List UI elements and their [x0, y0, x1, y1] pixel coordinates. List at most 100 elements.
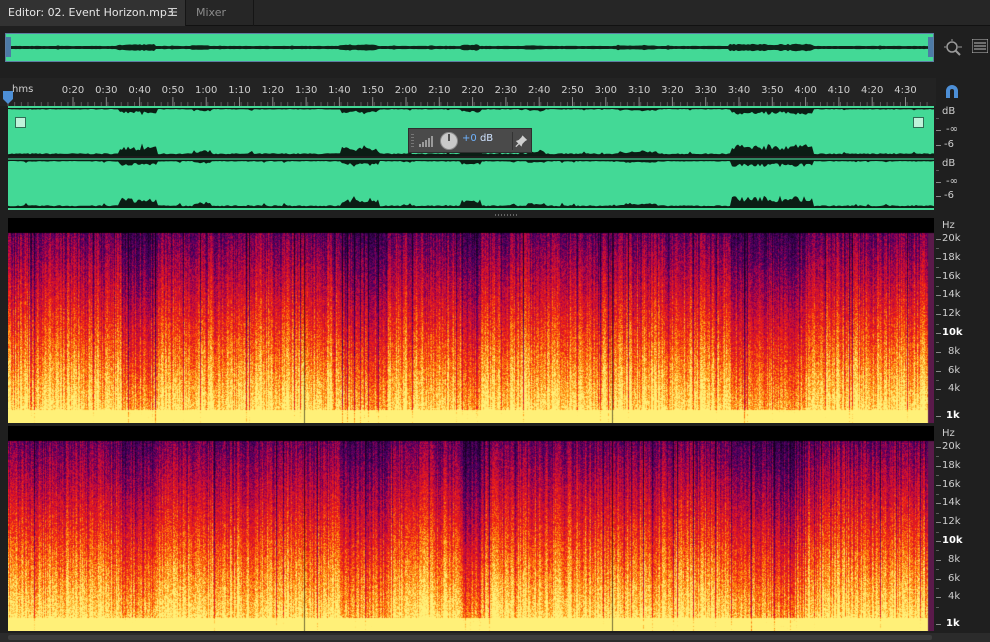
fade-in-handle[interactable]	[15, 117, 26, 128]
frequency-tick	[936, 257, 941, 259]
tab-editor[interactable]: Editor: 02. Event Horizon.mp3 ☰	[0, 0, 186, 26]
frequency-label: 1k	[946, 618, 960, 629]
ruler-tick-label: 0:50	[162, 85, 184, 96]
amplitude-unit: dB	[942, 106, 956, 117]
frequency-minor-tick	[936, 456, 939, 458]
frequency-scale-left[interactable]: Hz 20k 18k 16k 14k 12k 10k 8k 6k 4k 1k	[936, 218, 990, 424]
frequency-label: 12k	[942, 516, 961, 528]
frequency-tick	[936, 447, 941, 448]
frequency-label: 16k	[942, 270, 961, 282]
ruler-tick-label: 1:20	[262, 85, 284, 96]
amplitude-label: -6	[944, 190, 954, 201]
playhead-icon[interactable]	[2, 91, 14, 105]
waveform-display[interactable]	[8, 106, 934, 210]
amplitude-scale-right[interactable]: dB -∞ -6	[936, 158, 990, 210]
frequency-tick	[936, 559, 941, 561]
ruler-tick-label: 4:10	[828, 85, 850, 96]
panel-menu-icon[interactable]: ☰	[168, 0, 178, 25]
ruler-tick-label: 0:30	[95, 85, 117, 96]
frequency-label: 10k	[942, 535, 963, 546]
frequency-minor-tick	[936, 380, 939, 381]
frequency-tick	[936, 314, 941, 316]
amplitude-scale-left[interactable]: dB -∞ -6	[936, 106, 990, 158]
overview-waveform[interactable]	[6, 34, 933, 61]
panel-list-icon[interactable]	[972, 39, 988, 53]
frequency-minor-tick	[936, 494, 939, 495]
snap-magnet-icon[interactable]	[944, 85, 960, 99]
overview-left-handle[interactable]	[6, 37, 11, 57]
ruler-tick-label: 4:30	[894, 85, 916, 96]
frequency-label: 14k	[942, 497, 961, 509]
tab-mixer[interactable]: Mixer	[188, 0, 254, 26]
ruler-tick-label: 3:40	[728, 85, 750, 96]
frequency-tick	[936, 389, 941, 391]
volume-value-unit: dB	[479, 133, 494, 144]
ruler-tick-label: 1:10	[228, 85, 250, 96]
frequency-scale-right[interactable]: Hz 20k 18k 16k 14k 12k 10k 8k 6k 4k 1k	[936, 426, 990, 632]
volume-hud[interactable]: +0 dB	[408, 128, 532, 153]
frequency-minor-tick	[936, 304, 939, 306]
frequency-label: 6k	[948, 572, 961, 584]
frequency-label: 4k	[948, 383, 961, 395]
overview-navigator[interactable]	[5, 33, 934, 62]
volume-knob-icon[interactable]	[439, 131, 459, 151]
frequency-minor-tick	[936, 361, 939, 363]
frequency-tick	[936, 624, 941, 625]
frequency-minor-tick	[936, 248, 939, 250]
volume-value[interactable]: +0 dB	[462, 133, 493, 144]
frequency-label: 20k	[942, 441, 961, 452]
frequency-label: 12k	[942, 308, 961, 320]
frequency-tick	[936, 416, 941, 417]
ruler-tick-label: 2:40	[528, 85, 550, 96]
time-ruler-ticks: 0:20 0:30 0:40 0:50 1:00 1:10 1:20 1:30 1:40 1:50…	[7, 85, 928, 106]
divider-grip[interactable]	[495, 214, 519, 216]
frequency-tick	[936, 578, 941, 580]
frequency-minor-tick	[936, 286, 939, 287]
horizontal-scrollbar[interactable]	[0, 633, 990, 642]
frequency-minor-tick	[936, 323, 939, 325]
frequency-minor-tick	[936, 531, 939, 533]
spectral-display-right[interactable]	[8, 426, 934, 631]
fade-out-handle[interactable]	[913, 117, 924, 128]
ruler-tick-label: 2:30	[495, 85, 517, 96]
frequency-tick	[936, 333, 941, 334]
frequency-tick	[936, 597, 941, 599]
frequency-tick	[936, 239, 941, 240]
ruler-tick-label: 0:40	[128, 85, 150, 96]
amplitude-label: -6	[944, 139, 954, 150]
amplitude-tick	[936, 196, 941, 197]
zoom-navigator-icon[interactable]	[943, 38, 963, 58]
ruler-tick-label: 3:30	[694, 85, 716, 96]
waveform-channels	[8, 108, 934, 208]
pin-icon[interactable]	[512, 132, 530, 150]
frequency-minor-tick	[936, 569, 939, 571]
ruler-tick-label: 3:50	[761, 85, 783, 96]
ruler-tick-label: 2:50	[561, 85, 583, 96]
frequency-label: 18k	[942, 251, 961, 263]
amplitude-tick	[936, 145, 941, 146]
frequency-minor-tick	[936, 512, 939, 514]
frequency-tick	[936, 503, 941, 505]
level-bars-icon	[419, 136, 433, 147]
ruler-tick-label: 1:00	[195, 85, 217, 96]
time-ruler[interactable]: 0:20 0:30 0:40 0:50 1:00 1:10 1:20 1:30 1:40 1:50…	[0, 78, 936, 106]
ruler-tick-label: 2:10	[428, 85, 450, 96]
ruler-tick-label: 3:00	[595, 85, 617, 96]
ruler-tick-label: 1:30	[295, 85, 317, 96]
frequency-tick	[936, 541, 941, 542]
frequency-tick	[936, 276, 941, 278]
horizontal-scrollbar-thumb[interactable]	[8, 635, 932, 640]
overview-right-handle[interactable]	[928, 37, 933, 57]
frequency-label: 10k	[942, 327, 963, 338]
spectral-display-left[interactable]	[8, 218, 934, 423]
ruler-tick-label: 2:00	[395, 85, 417, 96]
spectrogram-left	[8, 218, 934, 423]
ruler-tick-label: 3:20	[661, 85, 683, 96]
frequency-label: 20k	[942, 233, 961, 244]
frequency-tick	[936, 522, 941, 524]
frequency-tick	[936, 351, 941, 353]
frequency-unit: Hz	[942, 428, 955, 439]
hud-grip[interactable]	[411, 134, 414, 148]
amplitude-tick	[936, 182, 941, 183]
ruler-tick-label: 0:20	[62, 85, 84, 96]
